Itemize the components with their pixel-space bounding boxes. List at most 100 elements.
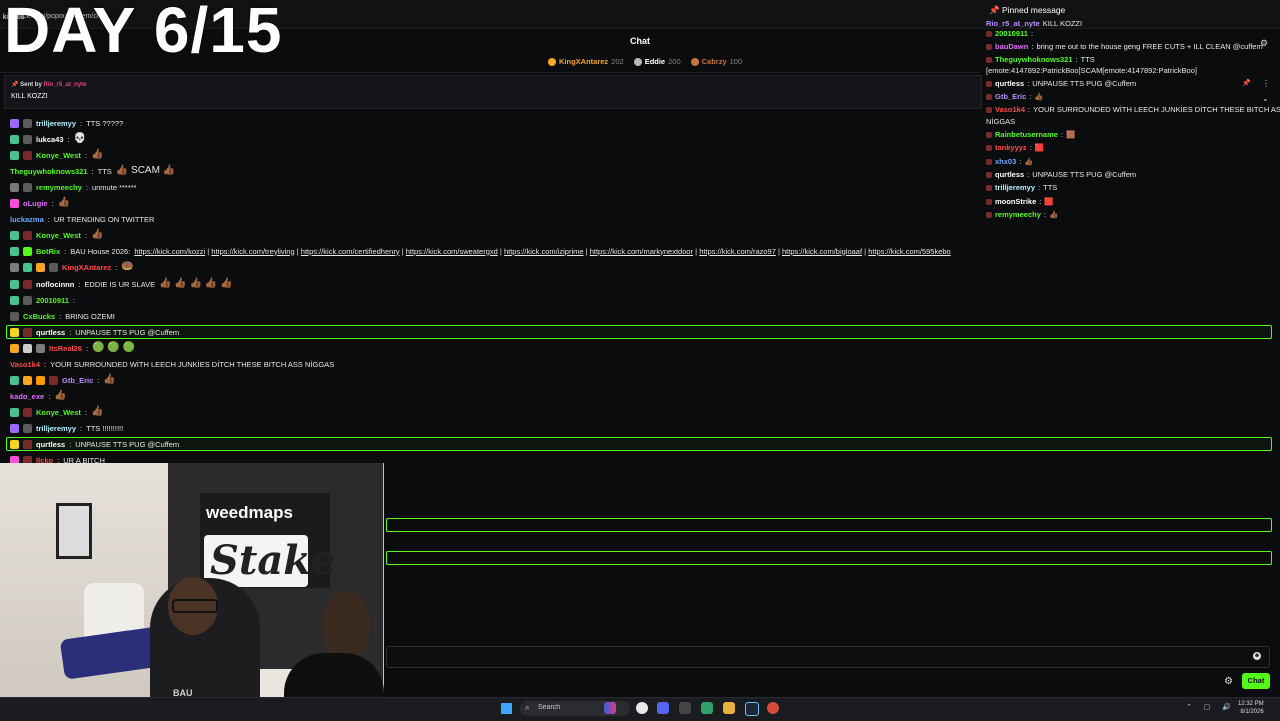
username[interactable]: Gtb_Eric (995, 92, 1026, 101)
username[interactable]: Konye_West (36, 151, 81, 160)
kick-app-icon[interactable] (701, 702, 713, 714)
obs-icon[interactable] (679, 702, 691, 714)
chevron-down-icon[interactable]: ⌄ (1262, 94, 1269, 103)
chat-message[interactable]: luckazma: UR TRENDING ON TWITTER (10, 212, 154, 226)
emoji-icon[interactable]: ☻ (1253, 652, 1261, 660)
chat-link[interactable]: https://kick.com/595kebo (868, 247, 951, 256)
username[interactable]: BotRix (36, 247, 60, 256)
windows-start-icon[interactable] (501, 703, 512, 714)
username[interactable]: Konye_West (36, 408, 81, 417)
leader-1[interactable]: KingXAntarez 202 (548, 57, 624, 66)
chat-message[interactable]: BotRix: BAU House 2026: https://kick.com/k… (10, 244, 951, 258)
emote-icon: 🍩 (121, 261, 134, 272)
username[interactable]: qurtless (995, 170, 1024, 179)
chrome-icon[interactable] (636, 702, 648, 714)
chat-link[interactable]: https://kick.com/certifiedhenry (301, 247, 400, 256)
username[interactable]: qurtless (36, 328, 65, 337)
separator: : (69, 439, 72, 449)
system-tray[interactable]: ⌃ ▢ 🔊 (1186, 703, 1236, 711)
settings-icon[interactable]: ⚙ (1260, 38, 1268, 49)
username[interactable]: CxBucks (23, 312, 55, 321)
username[interactable]: qurtless (36, 440, 65, 449)
username[interactable]: lukca43 (36, 135, 64, 144)
highlighted-message-border (6, 437, 1272, 451)
chat-message[interactable]: 20010911: (10, 293, 75, 307)
chat-message[interactable]: kado_exe: 👍🏾 (10, 389, 67, 403)
username[interactable]: 20010911 (995, 29, 1028, 38)
chat-message[interactable]: KingXAntarez: 🍩 (10, 260, 134, 274)
chat-link[interactable]: https://kick.com/sweatergxd (406, 247, 498, 256)
chat-link[interactable]: https://kick.com/kozzi (134, 247, 205, 256)
more-options-icon[interactable]: ⋮ (1262, 79, 1270, 88)
chat-message[interactable]: Konye_West: 👍🏾 (10, 405, 103, 419)
chat-message[interactable]: noflocinnn: EDDIE IS UR SLAVE 👍🏾 👍🏾 👍🏾 👍🏾 … (10, 277, 233, 291)
day-counter-overlay: DAY 6/15 (4, 0, 283, 66)
chrome-active-icon[interactable] (767, 702, 779, 714)
username[interactable]: remymeechy (995, 210, 1041, 219)
username[interactable]: luckazma (10, 215, 44, 224)
username[interactable]: ItsReal26 (49, 344, 82, 353)
side-chat-message: bauDawn: bring me out to the house geng F… (986, 42, 1263, 51)
username[interactable]: qurtless (995, 79, 1024, 88)
chat-input[interactable] (386, 646, 1270, 668)
chat-message[interactable]: qurtless: UNPAUSE TTS PUG @Cuffem (10, 437, 179, 451)
chat-message[interactable]: Konye_West: 👍🏾 (10, 228, 103, 242)
chat-link[interactable]: https://kick.com/razo97 (699, 247, 776, 256)
taskbar-clock[interactable]: 12:32 PM 8/1/2026 (1238, 700, 1264, 716)
username[interactable]: kado_exe (10, 392, 44, 401)
username[interactable]: oLugie (23, 199, 48, 208)
username[interactable]: remymeechy (36, 183, 82, 192)
steam-icon[interactable] (745, 702, 759, 716)
pin-icon[interactable]: 📌 (1242, 79, 1251, 87)
clock-date: 8/1/2026 (1240, 709, 1264, 715)
chat-link[interactable]: https://kick.com/bigloaaf (782, 247, 862, 256)
username[interactable]: bauDawn (995, 42, 1028, 51)
chat-message[interactable]: lukca43: 💀 (10, 132, 86, 146)
send-chat-button[interactable]: Chat (1242, 673, 1270, 689)
username[interactable]: Rainbetusername (995, 130, 1058, 139)
file-explorer-icon[interactable] (723, 702, 735, 714)
username[interactable]: KingXAntarez (62, 263, 111, 272)
username[interactable]: xhx03 (995, 157, 1016, 166)
leader-2[interactable]: Eddie 200 (633, 57, 681, 66)
chat-message[interactable]: trilljeremyy: TTS ????? (10, 116, 123, 130)
chat-link[interactable]: https://kick.com/treyliving (211, 247, 294, 256)
username[interactable]: trilljeremyy (995, 183, 1035, 192)
pinned-message[interactable]: 📌 Sent by Rio_r5_at_nyte KILL KOZZI (4, 75, 982, 109)
chat-link[interactable]: https://kick.com/iziprime (504, 247, 584, 256)
username[interactable]: Theguywhoknows321 (10, 167, 88, 176)
discord-icon[interactable] (657, 702, 669, 714)
username[interactable]: Theguywhoknows321 (995, 55, 1073, 64)
chat-message[interactable]: oLugie: 👍🏾 (10, 196, 70, 210)
pinned-sent-by: 📌 Sent by Rio_r5_at_nyte (11, 82, 87, 88)
search-highlight-icon[interactable] (604, 702, 616, 714)
username[interactable]: trilljeremyy (36, 424, 76, 433)
chat-message[interactable]: trilljeremyy: TTS !!!!!!!!!! (10, 421, 123, 435)
leader-3[interactable]: Cabrzy 100 (690, 57, 742, 66)
chat-message[interactable]: qurtless: UNPAUSE TTS PUG @Cuffem (10, 325, 179, 339)
chat-settings-icon[interactable]: ⚙ (1224, 676, 1233, 687)
username[interactable]: Konye_West (36, 231, 81, 240)
side-pinned-line: Rio_r5_at_nyte KILL KOZZI (986, 19, 1082, 28)
chat-message[interactable]: Konye_West: 👍🏾 (10, 148, 103, 162)
username[interactable]: Vaso1k4 (10, 360, 40, 369)
username[interactable]: Gtb_Eric (62, 376, 93, 385)
username[interactable]: trilljeremyy (36, 119, 76, 128)
username[interactable]: tankyyyz (995, 143, 1027, 152)
chat-message[interactable]: Vaso1k4: YOUR SURROUNDED WİTH LEECH JUNKİ… (10, 357, 334, 371)
username[interactable]: 20010911 (36, 296, 69, 305)
user-badge-icon (10, 262, 19, 272)
username[interactable]: Vaso1k4 (995, 105, 1025, 114)
username[interactable]: Rio_r5_at_nyte (986, 19, 1040, 28)
pinned-user[interactable]: Rio_r5_at_nyte (43, 82, 86, 88)
user-badge-icon (10, 327, 19, 337)
chat-message[interactable]: CxBucks: BRING OZEMI (10, 309, 115, 323)
chat-message[interactable]: remymeechy: unmute ****** (10, 180, 137, 194)
chat-link[interactable]: https://kick.com/markynextdoor (590, 247, 693, 256)
chat-message[interactable]: ItsReal26: 🟢 🟢 🟢 (10, 341, 135, 355)
username[interactable]: noflocinnn (36, 280, 74, 289)
chat-message[interactable]: Theguywhoknows321: TTS 👍🏾 SCAM 👍🏾 (10, 164, 175, 178)
username[interactable]: moonStrike (995, 197, 1036, 206)
chat-message[interactable]: Gtb_Eric: 👍🏾 (10, 373, 116, 387)
message-text: YOUR SURROUNDED WİTH LEECH JUNKİES DİTCH… (1033, 105, 1280, 114)
